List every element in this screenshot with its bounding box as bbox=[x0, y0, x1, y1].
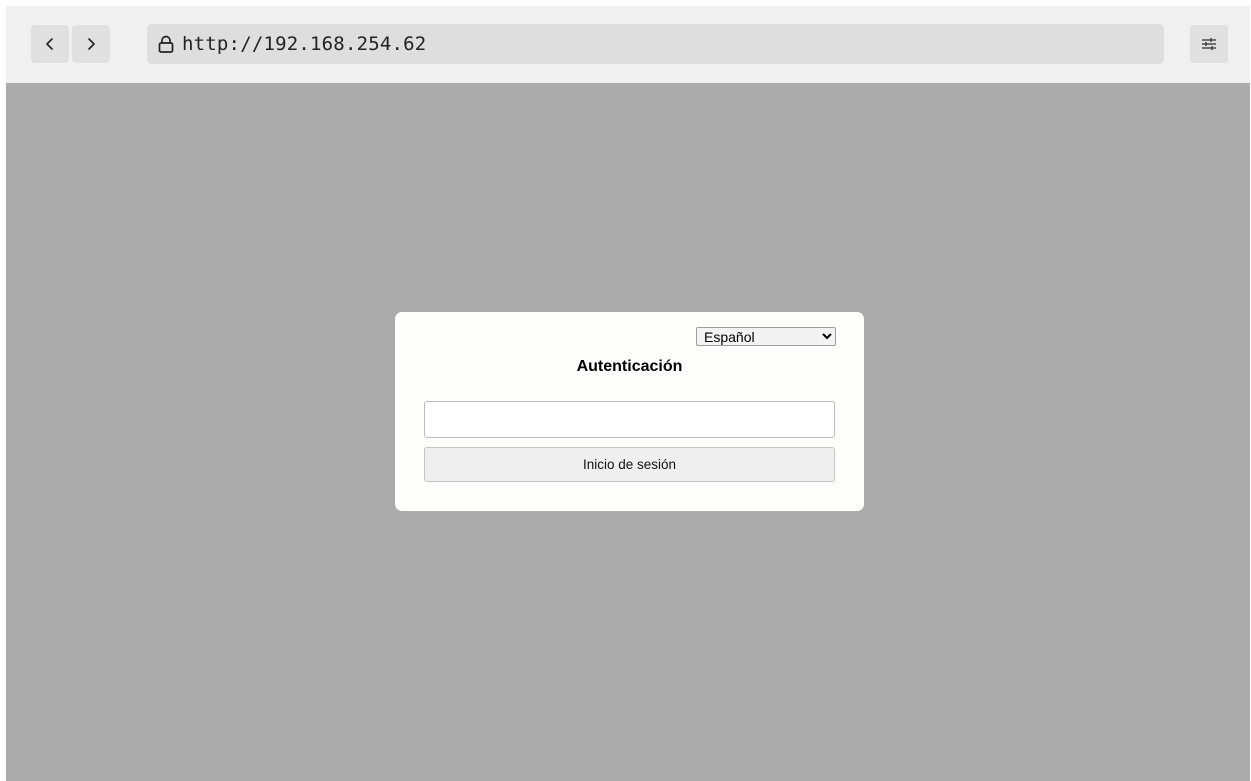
address-bar[interactable]: http://192.168.254.62 bbox=[147, 24, 1164, 64]
browser-toolbar: http://192.168.254.62 bbox=[6, 6, 1250, 83]
login-button[interactable]: Inicio de sesión bbox=[424, 447, 835, 482]
sliders-icon bbox=[1202, 38, 1216, 50]
lock-icon bbox=[155, 33, 177, 55]
browser-window: http://192.168.254.62 Español Autenticac… bbox=[6, 6, 1250, 781]
url-text[interactable]: http://192.168.254.62 bbox=[182, 33, 426, 55]
settings-button[interactable] bbox=[1190, 25, 1228, 63]
login-title: Autenticación bbox=[576, 358, 683, 375]
language-select[interactable]: Español bbox=[696, 327, 836, 346]
login-input[interactable] bbox=[424, 401, 835, 438]
chevron-left-icon bbox=[46, 38, 53, 50]
chevron-right-icon bbox=[88, 38, 95, 50]
login-card: Español Autenticación Inicio de sesión bbox=[395, 312, 864, 511]
page-content: Español Autenticación Inicio de sesión bbox=[6, 83, 1250, 781]
back-button[interactable] bbox=[31, 25, 69, 63]
forward-button[interactable] bbox=[72, 25, 110, 63]
